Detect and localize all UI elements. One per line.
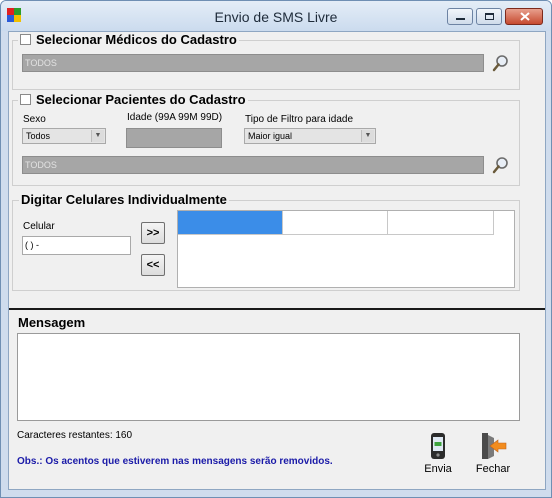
celulares-legend: Digitar Celulares Individualmente: [19, 192, 229, 207]
celular-input[interactable]: ( ) -: [22, 236, 131, 255]
medicos-field[interactable]: TODOS: [22, 54, 484, 72]
grid-cell-selected[interactable]: [178, 211, 283, 235]
minimize-icon: [456, 18, 465, 20]
fechar-label: Fechar: [475, 463, 511, 475]
mensagem-textarea[interactable]: [17, 333, 520, 421]
close-button[interactable]: [505, 8, 543, 25]
exit-door-icon: [482, 433, 507, 459]
remove-celular-button[interactable]: <<: [141, 254, 165, 276]
pacientes-legend-label: Selecionar Pacientes do Cadastro: [36, 92, 246, 107]
envia-button[interactable]: Envia: [421, 432, 455, 475]
sms-window: Envio de SMS Livre Selecionar Médicos do…: [0, 0, 552, 498]
maximize-button[interactable]: [476, 8, 502, 25]
medicos-group: Selecionar Médicos do Cadastro TODOS: [12, 32, 520, 90]
add-celular-button[interactable]: >>: [141, 222, 165, 244]
section-divider: [9, 308, 545, 310]
chevron-down-icon: ▼: [91, 130, 104, 142]
mensagem-title: Mensagem: [18, 315, 86, 330]
pacientes-group: Selecionar Pacientes do Cadastro Sexo To…: [12, 92, 520, 186]
tipo-filtro-value: Maior igual: [248, 131, 293, 141]
phone-icon: [431, 433, 445, 459]
pacientes-legend: Selecionar Pacientes do Cadastro: [18, 92, 248, 107]
sexo-select[interactable]: Todos ▼: [22, 128, 106, 144]
client-area: Selecionar Médicos do Cadastro TODOS Sel…: [8, 31, 546, 490]
fechar-button[interactable]: Fechar: [473, 432, 513, 475]
pacientes-search-icon[interactable]: [491, 155, 511, 175]
chevron-down-icon: ▼: [361, 130, 374, 142]
celulares-grid[interactable]: [177, 210, 515, 288]
idade-label: Idade (99A 99M 99D): [127, 112, 223, 123]
tipo-filtro-select[interactable]: Maior igual ▼: [244, 128, 376, 144]
caracteres-restantes: Caracteres restantes: 160: [17, 430, 133, 441]
obs-note: Obs.: Os acentos que estiverem nas mensa…: [17, 456, 333, 467]
idade-field[interactable]: [126, 128, 222, 148]
maximize-icon: [485, 13, 494, 20]
grid-cell[interactable]: [388, 211, 494, 235]
close-icon: [520, 12, 530, 21]
celulares-group: Digitar Celulares Individualmente Celula…: [12, 192, 520, 291]
medicos-search-icon[interactable]: [491, 53, 511, 73]
grid-cell[interactable]: [283, 211, 388, 235]
pacientes-checkbox[interactable]: [20, 94, 31, 105]
medicos-legend-label: Selecionar Médicos do Cadastro: [36, 32, 237, 47]
tipo-filtro-label: Tipo de Filtro para idade: [245, 114, 354, 125]
sexo-label: Sexo: [23, 114, 46, 125]
celular-label: Celular: [23, 221, 55, 232]
sexo-value: Todos: [26, 131, 51, 141]
pacientes-field[interactable]: TODOS: [22, 156, 484, 174]
minimize-button[interactable]: [447, 8, 473, 25]
title-bar: Envio de SMS Livre: [1, 1, 551, 31]
envia-label: Envia: [424, 463, 452, 475]
medicos-legend: Selecionar Médicos do Cadastro: [18, 32, 239, 47]
medicos-checkbox[interactable]: [20, 34, 31, 45]
